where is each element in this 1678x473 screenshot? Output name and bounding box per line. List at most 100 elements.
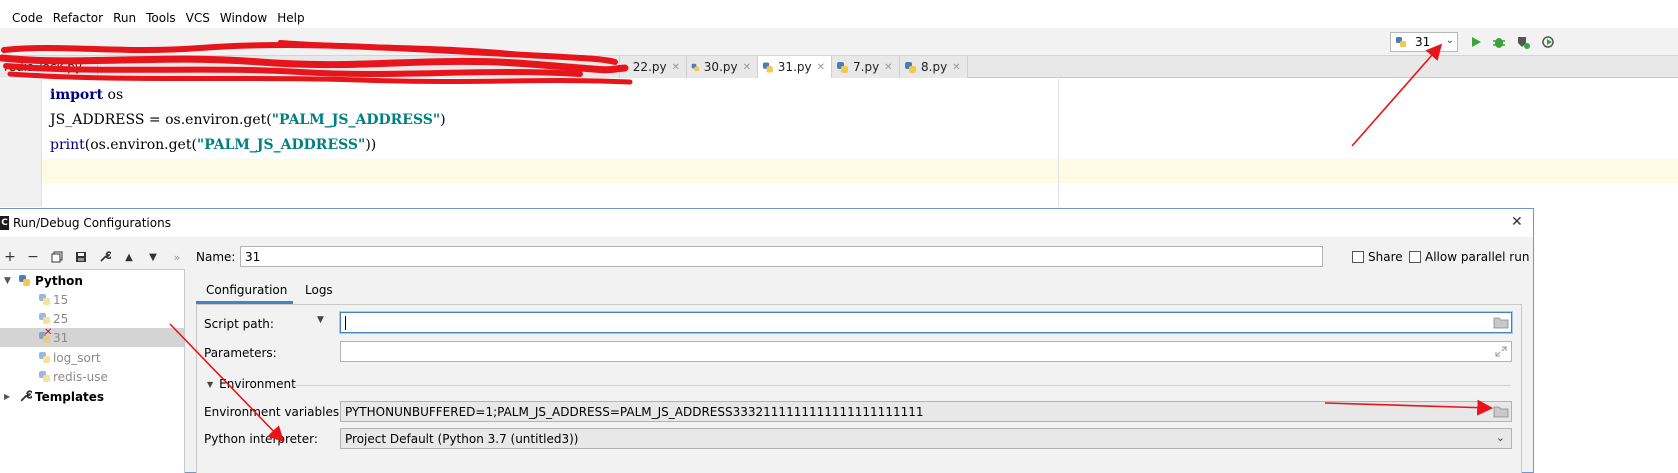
tab-configuration[interactable]: Configuration <box>196 277 293 304</box>
code-text: JS_ADDRESS = os.environ.get( <box>50 112 272 128</box>
chevron-down-icon: ⌄ <box>1445 35 1454 46</box>
run-configuration-value: 31 <box>1415 35 1431 49</box>
close-icon[interactable]: ✕ <box>672 62 680 73</box>
tab-logs[interactable]: Logs <box>295 277 343 304</box>
environment-section[interactable]: ▼ Environment <box>207 377 296 391</box>
name-label: Name: <box>196 250 236 264</box>
run-configuration-selector[interactable]: 31 ⌄ <box>1390 32 1458 52</box>
menu-window[interactable]: Window <box>220 11 267 25</box>
save-icon[interactable] <box>74 249 88 265</box>
python-file-icon <box>624 64 629 70</box>
menu-help[interactable]: Help <box>277 11 304 25</box>
current-line-highlight <box>42 159 1678 183</box>
tab-redacted[interactable] <box>98 56 620 78</box>
python-interpreter-label: Python interpreter: <box>204 432 318 446</box>
menu-tools[interactable]: Tools <box>146 11 176 25</box>
tree-item-redis-use[interactable]: redis-use <box>0 367 184 386</box>
menu-vcs[interactable]: VCS <box>186 11 210 25</box>
folder-icon[interactable] <box>1493 315 1509 330</box>
python-interpreter-value: Project Default (Python 3.7 (untitled3)) <box>345 432 579 446</box>
section-divider <box>293 385 1511 386</box>
python-icon <box>19 275 30 286</box>
python-interpreter-select[interactable]: Project Default (Python 3.7 (untitled3))… <box>340 428 1512 449</box>
remove-icon[interactable]: − <box>26 249 40 265</box>
tree-item-log-sort[interactable]: log_sort <box>0 348 184 367</box>
debug-icon[interactable] <box>1491 34 1507 50</box>
wrench-icon[interactable] <box>98 249 112 265</box>
error-icon: ✕ <box>44 327 53 338</box>
chevron-down-icon: ⌄ <box>1495 431 1505 444</box>
coverage-icon[interactable] <box>1515 34 1531 50</box>
wrench-icon <box>20 390 32 402</box>
run-debug-configurations-dialog: C Run/Debug Configurations ✕ + − ▲ ▼ » ▼… <box>0 208 1534 473</box>
close-icon[interactable]: ✕ <box>884 62 892 73</box>
checkbox-box[interactable] <box>1352 251 1364 263</box>
script-path-input[interactable] <box>340 312 1512 333</box>
close-icon[interactable]: ✕ <box>1511 214 1523 230</box>
tree-label: 25 <box>53 311 69 326</box>
dialog-titlebar: C Run/Debug Configurations ✕ <box>0 209 1533 237</box>
tree-item-31[interactable]: ✕ 31 <box>0 327 184 347</box>
environment-variables-input[interactable]: PYTHONUNBUFFERED=1;PALM_JS_ADDRESS=PALM_… <box>340 401 1512 422</box>
tree-node-python[interactable]: ▼ Python <box>0 271 184 290</box>
collapse-arrow-icon[interactable]: ▼ <box>207 380 213 389</box>
pycharm-app-icon: C <box>0 216 9 230</box>
string-literal: "PALM_JS_ADDRESS" <box>196 137 366 153</box>
code-line-1: import os <box>50 87 123 103</box>
tab-31-py[interactable]: 31.py ✕ <box>758 56 832 78</box>
right-margin-guide <box>1058 79 1059 207</box>
name-input[interactable] <box>240 246 1323 267</box>
profile-icon[interactable] <box>1540 34 1556 50</box>
move-up-icon[interactable]: ▲ <box>122 249 136 265</box>
expand-icon[interactable] <box>1493 344 1509 359</box>
tree-label: Python <box>35 273 83 288</box>
more-icon[interactable]: » <box>170 249 184 265</box>
code-text: ) <box>440 112 446 128</box>
tab-label: 8.py <box>921 60 948 74</box>
code-editor[interactable]: import os JS_ADDRESS = os.environ.get( "P… <box>0 79 1678 207</box>
environment-variables-label: Environment variables: <box>204 405 344 419</box>
menu-run[interactable]: Run <box>113 11 136 25</box>
close-icon[interactable]: ✕ <box>817 62 825 73</box>
menu-code[interactable]: Code <box>12 11 43 25</box>
move-down-icon[interactable]: ▼ <box>146 249 160 265</box>
tab-label: 30.py <box>703 60 738 74</box>
tab-redis-lock[interactable]: redis_lock.py <box>0 56 98 78</box>
tree-node-templates[interactable]: ▶ Templates <box>0 387 184 406</box>
tree-label: Templates <box>35 389 105 404</box>
folder-icon[interactable] <box>1493 404 1509 419</box>
close-icon[interactable]: ✕ <box>743 62 751 73</box>
copy-icon[interactable] <box>50 249 64 265</box>
tree-label: redis-use <box>53 369 108 384</box>
python-file-icon <box>39 294 50 305</box>
python-file-icon <box>837 61 848 73</box>
allow-parallel-run-label: Allow parallel run <box>1425 250 1530 264</box>
python-file-icon <box>39 313 50 324</box>
code-text: os <box>103 87 124 103</box>
python-file-icon <box>39 352 50 363</box>
tree-item-25[interactable]: 25 <box>0 309 184 328</box>
checkbox-box[interactable] <box>1409 251 1421 263</box>
tab-8-py[interactable]: 8.py ✕ <box>900 56 968 78</box>
code-text: (os.environ.get( <box>84 137 197 153</box>
menu-refactor[interactable]: Refactor <box>53 11 103 25</box>
add-icon[interactable]: + <box>3 249 17 265</box>
run-icon[interactable] <box>1468 34 1484 50</box>
tab-30-py[interactable]: 30.py ✕ <box>687 56 758 78</box>
tab-22-py[interactable]: 22.py ✕ <box>620 56 687 78</box>
share-checkbox[interactable]: Share <box>1352 250 1403 264</box>
tree-item-15[interactable]: 15 <box>0 290 184 309</box>
tab-7-py[interactable]: 7.py ✕ <box>832 56 900 78</box>
tab-label: 7.py <box>853 60 880 74</box>
tab-label: 31.py <box>777 60 812 74</box>
code-text: )) <box>365 137 377 153</box>
script-type-dropdown-icon[interactable]: ▼ <box>317 315 324 325</box>
parameters-input[interactable] <box>340 341 1512 362</box>
expand-arrow-icon[interactable]: ▶ <box>4 392 10 401</box>
environment-variables-value: PYTHONUNBUFFERED=1;PALM_JS_ADDRESS=PALM_… <box>345 405 924 419</box>
close-icon[interactable]: ✕ <box>952 62 960 73</box>
expand-arrow-icon[interactable]: ▼ <box>4 276 11 286</box>
python-file-icon <box>691 63 700 71</box>
allow-parallel-run-checkbox[interactable]: Allow parallel run <box>1409 250 1529 264</box>
script-path-label: Script path: <box>204 317 274 331</box>
